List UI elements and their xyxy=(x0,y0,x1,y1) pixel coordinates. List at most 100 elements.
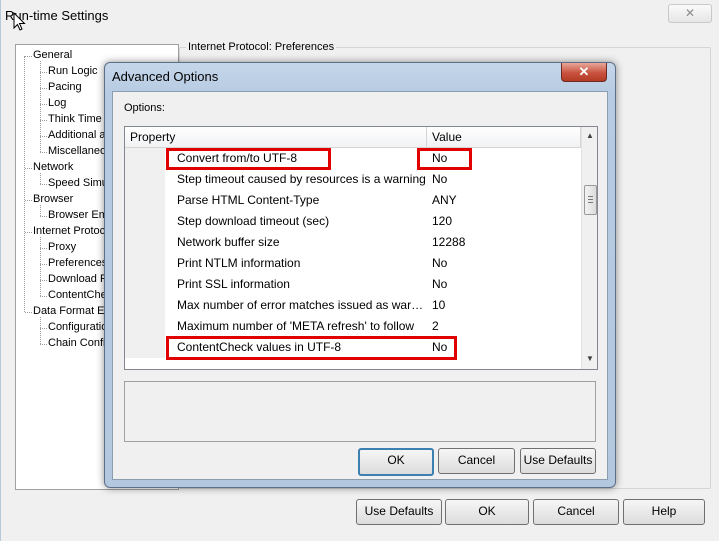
table-row[interactable]: Print SSL information No xyxy=(125,274,581,295)
tree-connector xyxy=(40,248,47,249)
property-cell[interactable]: Max number of error matches issued as wa… xyxy=(165,295,427,316)
tree-item[interactable]: Download F xyxy=(48,273,107,285)
table-row[interactable]: Maximum number of 'META refresh' to foll… xyxy=(125,316,581,337)
table-row[interactable]: Step download timeout (sec) 120 xyxy=(125,211,581,232)
tree-connector xyxy=(40,328,47,329)
value-cell[interactable]: 10 xyxy=(427,295,581,316)
options-grid: Property Value Convert from/to UTF-8 No St… xyxy=(124,126,598,370)
scroll-up-arrow-icon[interactable]: ▲ xyxy=(582,128,597,144)
value-cell[interactable]: 12288 xyxy=(427,232,581,253)
mouse-cursor-icon xyxy=(13,12,26,31)
tree-connector xyxy=(40,72,47,73)
tree-connector xyxy=(40,237,41,296)
dialog-title: Advanced Options xyxy=(112,69,219,84)
tree-item[interactable]: Browser Em xyxy=(48,209,108,221)
table-row[interactable]: Parse HTML Content-Type ANY xyxy=(125,190,581,211)
thumb-grip xyxy=(588,196,593,197)
thumb-grip xyxy=(588,202,593,203)
value-cell[interactable]: No xyxy=(427,274,581,295)
ok-button[interactable]: OK xyxy=(445,499,529,525)
tree-connector xyxy=(40,296,47,297)
scrollbar-thumb[interactable] xyxy=(584,185,597,215)
row-gutter xyxy=(125,148,165,169)
property-cell[interactable]: Maximum number of 'META refresh' to foll… xyxy=(165,316,427,337)
value-cell[interactable]: 120 xyxy=(427,211,581,232)
grid-scrollbar[interactable]: ▲ ▼ xyxy=(581,127,597,369)
value-cell[interactable]: No xyxy=(427,169,581,190)
dialog-use-defaults-button[interactable]: Use Defaults xyxy=(520,448,596,474)
property-cell[interactable]: Print NTLM information xyxy=(165,253,427,274)
table-row[interactable]: Network buffer size 12288 xyxy=(125,232,581,253)
value-cell[interactable]: No xyxy=(427,253,581,274)
tree-item[interactable]: Think Time xyxy=(48,113,102,125)
scroll-down-arrow-icon[interactable]: ▼ xyxy=(582,351,597,367)
tree-item[interactable]: Preferences xyxy=(48,257,107,269)
tree-connector xyxy=(40,184,47,185)
row-gutter xyxy=(125,232,165,253)
tree-item[interactable]: Pacing xyxy=(48,81,82,93)
table-row[interactable]: Step timeout caused by resources is a wa… xyxy=(125,169,581,190)
tree-item[interactable]: Network xyxy=(33,161,73,173)
row-gutter xyxy=(125,295,165,316)
highlight-box-utf8-property xyxy=(166,148,331,170)
highlight-box-contentcheck xyxy=(166,336,457,360)
use-defaults-button[interactable]: Use Defaults xyxy=(356,499,442,525)
property-cell[interactable]: Network buffer size xyxy=(165,232,427,253)
row-gutter xyxy=(125,190,165,211)
tree-item[interactable]: Browser xyxy=(33,193,73,205)
tree-item[interactable]: Miscellaneo xyxy=(48,145,106,157)
cancel-button[interactable]: Cancel xyxy=(533,499,619,525)
tree-item[interactable]: Speed Simu xyxy=(48,177,108,189)
row-gutter xyxy=(125,337,165,358)
highlight-box-utf8-value xyxy=(417,148,472,170)
value-column-header[interactable]: Value xyxy=(427,127,581,147)
property-column-header[interactable]: Property xyxy=(125,127,427,147)
tree-connector xyxy=(40,120,47,121)
dialog-ok-button[interactable]: OK xyxy=(358,448,434,476)
grid-rows: Convert from/to UTF-8 No Step timeout caus… xyxy=(125,148,581,358)
tree-item[interactable]: Data Format Ex xyxy=(33,305,110,317)
tree-item[interactable]: Proxy xyxy=(48,241,76,253)
tree-connector xyxy=(25,200,32,201)
advanced-options-dialog: Advanced Options ✕ Options: Property Val… xyxy=(104,62,616,488)
table-row[interactable]: Print NTLM information No xyxy=(125,253,581,274)
group-label: Internet Protocol: Preferences xyxy=(186,41,337,53)
tree-connector xyxy=(40,104,47,105)
tree-item[interactable]: Log xyxy=(48,97,66,109)
property-cell[interactable]: Step timeout caused by resources is a wa… xyxy=(165,169,427,190)
tree-connector xyxy=(40,88,47,89)
tree-item[interactable]: Run Logic xyxy=(48,65,98,77)
tree-connector xyxy=(25,56,32,57)
tree-connector xyxy=(25,232,32,233)
tree-connector xyxy=(40,61,41,152)
tree-item[interactable]: Chain Config xyxy=(48,337,112,349)
property-cell[interactable]: Step download timeout (sec) xyxy=(165,211,427,232)
tree-connector xyxy=(40,280,47,281)
property-cell[interactable]: Print SSL information xyxy=(165,274,427,295)
tree-connector xyxy=(40,344,47,345)
tree-connector xyxy=(40,173,41,184)
grid-header: Property Value xyxy=(125,127,581,148)
row-gutter xyxy=(125,169,165,190)
dialog-cancel-button[interactable]: Cancel xyxy=(438,448,515,474)
tree-connector xyxy=(24,56,25,312)
tree-connector xyxy=(25,312,32,313)
tree-connector xyxy=(40,317,41,344)
tree-connector xyxy=(40,264,47,265)
dialog-client-area: Options: Property Value Convert from/to … xyxy=(112,91,608,480)
property-cell[interactable]: Parse HTML Content-Type xyxy=(165,190,427,211)
tree-item[interactable]: Additional a xyxy=(48,129,106,141)
tree-item[interactable]: Internet Protoco xyxy=(33,225,111,237)
tree-item[interactable]: ContentChe xyxy=(48,289,107,301)
help-button[interactable]: Help xyxy=(623,499,705,525)
tree-connector xyxy=(40,136,47,137)
row-gutter xyxy=(125,316,165,337)
tree-item[interactable]: General xyxy=(33,49,72,61)
tree-connector xyxy=(25,168,32,169)
dialog-close-button[interactable]: ✕ xyxy=(561,63,607,82)
value-cell[interactable]: 2 xyxy=(427,316,581,337)
table-row[interactable]: Max number of error matches issued as wa… xyxy=(125,295,581,316)
thumb-grip xyxy=(588,199,593,200)
value-cell[interactable]: ANY xyxy=(427,190,581,211)
window-close-button[interactable]: ✕ xyxy=(668,4,712,23)
